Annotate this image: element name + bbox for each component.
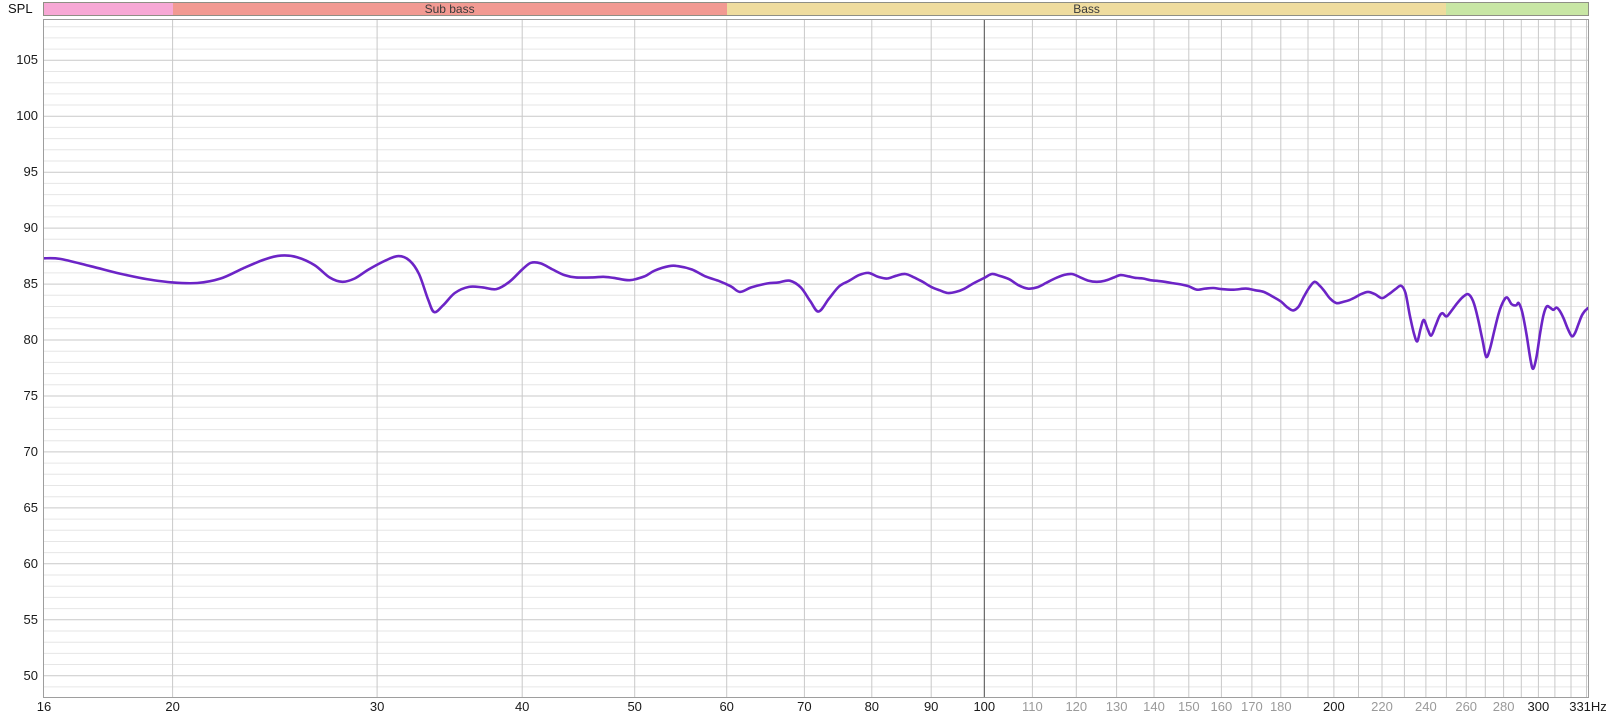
y-tick-100: 100 [16,108,38,124]
x-tick-260: 260 [1455,699,1478,714]
band-segment-3 [1446,3,1588,15]
x-tick-30: 30 [369,699,385,714]
x-tick-150: 150 [1177,699,1200,714]
x-tick-70: 70 [797,699,812,714]
band-sub-bass: Sub bass [172,2,727,16]
x-tick-140: 140 [1143,699,1165,714]
x-tick-110: 110 [1022,699,1043,714]
x-tick-200: 200 [1323,699,1345,714]
band-bass: Bass [726,2,1447,16]
x-tick-40: 40 [514,699,530,714]
y-tick-85: 85 [23,276,38,292]
x-tick-20: 20 [165,699,180,714]
x-tick-220: 220 [1371,699,1393,714]
plot-area[interactable] [42,19,1590,698]
x-tick-331: 331Hz [1569,699,1606,714]
x-tick-50: 50 [627,699,642,714]
x-tick-160: 160 [1210,699,1233,714]
x-tick-80: 80 [864,699,880,714]
y-tick-75: 75 [23,388,38,403]
x-tick-130: 130 [1105,699,1128,714]
y-tick-60: 60 [23,555,38,571]
band-label: Sub bass [424,2,475,16]
band-label: Bass [1073,2,1100,16]
band-segment-0 [44,3,173,15]
spl-axis-label: SPL [8,1,33,16]
x-tick-120: 120 [1065,699,1088,714]
x-tick-240: 240 [1415,699,1437,714]
spl-chart[interactable] [42,20,1590,697]
gridlines [44,20,1588,697]
y-tick-95: 95 [23,164,38,180]
x-tick-60: 60 [719,699,734,714]
x-tick-180: 180 [1269,699,1292,714]
x-tick-170: 170 [1241,699,1263,714]
x-tick-300: 300 [1527,699,1550,714]
y-tick-65: 65 [23,499,38,515]
y-tick-90: 90 [23,220,38,236]
y-tick-105: 105 [16,52,38,68]
x-tick-100: 100 [973,699,996,714]
frequency-band-bar: Sub bass Bass [43,2,1589,16]
x-tick-90: 90 [923,699,939,714]
x-tick-280: 280 [1492,699,1515,714]
y-tick-80: 80 [23,332,38,347]
y-tick-55: 55 [23,611,38,627]
y-tick-70: 70 [23,443,38,459]
y-tick-50: 50 [23,667,38,683]
x-tick-16: 16 [36,699,52,714]
